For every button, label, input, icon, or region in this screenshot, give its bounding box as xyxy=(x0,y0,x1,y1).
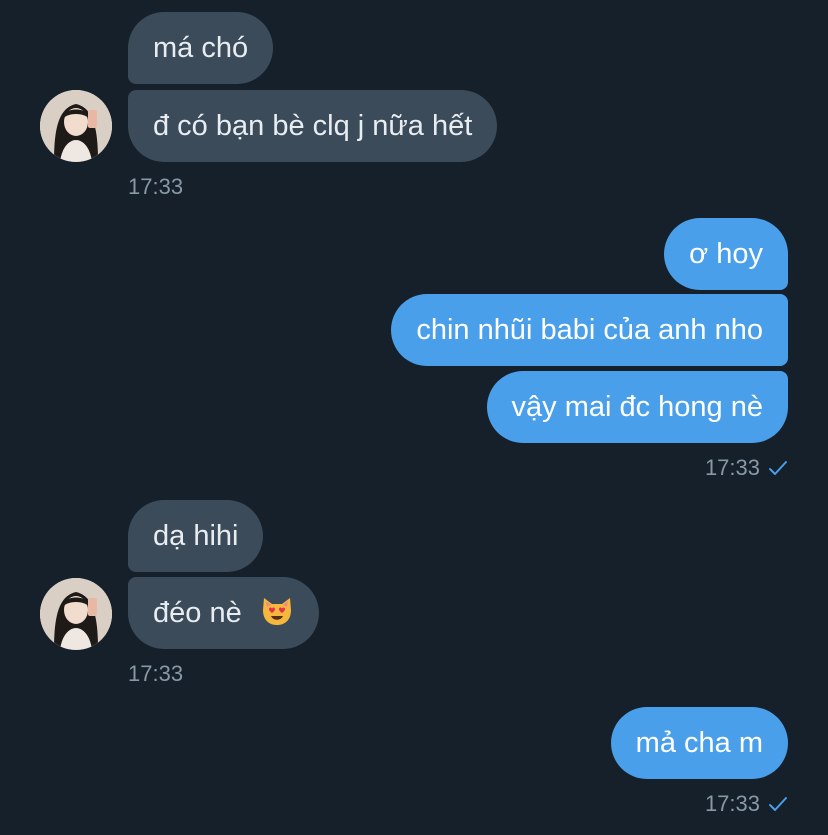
chat-thread: má chó đ có bạn bè clq j nữa hết 17:33 ơ… xyxy=(0,0,828,835)
timestamp-row: 17:33 xyxy=(705,791,788,817)
incoming-message[interactable]: dạ hihi xyxy=(128,500,264,572)
message-text: ơ hoy xyxy=(689,238,763,270)
message-text: má chó xyxy=(153,32,249,64)
avatar-photo-icon xyxy=(40,90,112,162)
outgoing-message[interactable]: ơ hoy xyxy=(664,218,788,290)
message-text: mả cha m xyxy=(635,727,763,759)
incoming-message[interactable]: đéo nè xyxy=(128,577,319,649)
check-icon xyxy=(769,461,787,475)
avatar[interactable] xyxy=(40,578,112,650)
outgoing-message[interactable]: mả cha m xyxy=(610,707,788,779)
timestamp: 17:33 xyxy=(128,174,184,199)
message-text: dạ hihi xyxy=(153,520,239,552)
timestamp: 17:33 xyxy=(704,455,760,480)
outgoing-message[interactable]: chin nhũi babi của anh nho xyxy=(391,294,788,366)
message-text: vậy mai đc hong nè xyxy=(511,391,763,423)
incoming-message[interactable]: má chó xyxy=(128,12,274,84)
incoming-message[interactable]: đ có bạn bè clq j nữa hết xyxy=(128,90,498,162)
avatar-photo-icon xyxy=(40,578,112,650)
message-text: chin nhũi babi của anh nho xyxy=(416,314,763,346)
message-text: đéo nè xyxy=(153,597,242,629)
timestamp: 17:33 xyxy=(704,791,760,816)
timestamp-row: 17:33 xyxy=(705,455,788,481)
check-icon xyxy=(769,797,787,811)
timestamp: 17:33 xyxy=(128,661,184,686)
smiling-cat-heart-eyes-emoji xyxy=(262,598,291,626)
avatar[interactable] xyxy=(40,90,112,162)
message-text: đ có bạn bè clq j nữa hết xyxy=(153,110,473,142)
outgoing-message[interactable]: vậy mai đc hong nè xyxy=(486,371,788,443)
